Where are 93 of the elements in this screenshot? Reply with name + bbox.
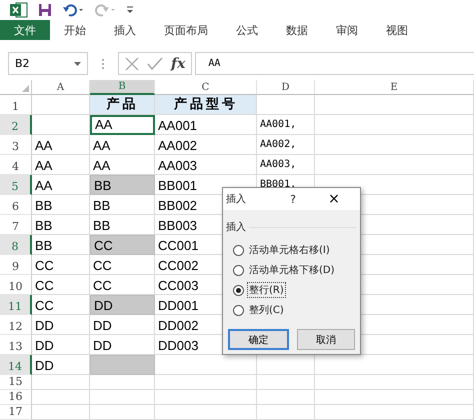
- insert-function-button[interactable]: fx: [171, 56, 186, 72]
- table-cell[interactable]: CC: [32, 255, 90, 275]
- help-button[interactable]: ?: [278, 192, 308, 206]
- ribbon-tab[interactable]: 公式: [222, 20, 272, 40]
- ribbon-tab[interactable]: 插入: [100, 20, 150, 40]
- table-cell[interactable]: [257, 95, 315, 115]
- table-cell[interactable]: [257, 390, 315, 405]
- radio-button[interactable]: [233, 264, 244, 276]
- dropdown-icon[interactable]: [74, 62, 81, 66]
- row-header[interactable]: 14: [0, 355, 32, 375]
- table-cell[interactable]: [257, 405, 315, 420]
- radio-button[interactable]: [233, 284, 244, 296]
- table-cell[interactable]: AA: [90, 115, 155, 135]
- file-tab[interactable]: 文件: [0, 20, 50, 40]
- table-cell[interactable]: [315, 405, 474, 420]
- table-cell[interactable]: AA002: [155, 135, 257, 155]
- row-header[interactable]: 8: [0, 235, 32, 255]
- column-header[interactable]: B: [90, 80, 155, 95]
- table-cell[interactable]: [315, 135, 474, 155]
- row-header[interactable]: 6: [0, 195, 32, 215]
- table-cell[interactable]: [155, 405, 257, 420]
- table-cell[interactable]: [90, 390, 155, 405]
- row-header[interactable]: 9: [0, 255, 32, 275]
- table-cell[interactable]: [257, 375, 315, 390]
- column-header[interactable]: D: [257, 80, 315, 95]
- table-cell[interactable]: [32, 115, 90, 135]
- radio-button[interactable]: [233, 304, 244, 316]
- row-header[interactable]: 3: [0, 135, 32, 155]
- customize-toolbar-icon[interactable]: [126, 5, 134, 15]
- table-cell[interactable]: AA002,: [257, 135, 315, 155]
- table-cell[interactable]: 产品: [90, 95, 155, 115]
- redo-icon[interactable]: [94, 3, 116, 17]
- table-cell[interactable]: [155, 375, 257, 390]
- ribbon-tab[interactable]: 审阅: [322, 20, 372, 40]
- radio-label[interactable]: 整行(R): [247, 282, 286, 298]
- table-cell[interactable]: [315, 95, 474, 115]
- group-label: 插入: [226, 220, 246, 234]
- ok-button[interactable]: 确定: [228, 329, 288, 350]
- ribbon-tab[interactable]: 开始: [50, 20, 100, 40]
- table-cell[interactable]: [315, 375, 474, 390]
- table-cell[interactable]: AA: [32, 135, 90, 155]
- table-cell[interactable]: [32, 375, 90, 390]
- enter-icon[interactable]: [147, 57, 163, 70]
- table-cell[interactable]: BB: [90, 175, 155, 195]
- table-cell[interactable]: [90, 405, 155, 420]
- table-cell[interactable]: 产品型号: [155, 95, 257, 115]
- ribbon-tab[interactable]: 视图: [372, 20, 422, 40]
- row-header[interactable]: 5: [0, 175, 32, 195]
- column-header[interactable]: C: [155, 80, 257, 95]
- table-cell[interactable]: [155, 390, 257, 405]
- table-cell[interactable]: BB: [32, 195, 90, 215]
- row-header[interactable]: 12: [0, 315, 32, 335]
- row-header[interactable]: 15: [0, 375, 32, 390]
- spreadsheet-app-icon[interactable]: [10, 2, 28, 18]
- table-cell[interactable]: [32, 390, 90, 405]
- table-cell[interactable]: [90, 355, 155, 375]
- select-all-icon[interactable]: [22, 85, 29, 92]
- row-header[interactable]: 16: [0, 390, 32, 405]
- table-cell[interactable]: [90, 375, 155, 390]
- table-cell[interactable]: AA001,: [257, 115, 315, 135]
- table-cell[interactable]: CC: [32, 275, 90, 295]
- table-cell[interactable]: [315, 155, 474, 175]
- table-cell[interactable]: AA001: [155, 115, 257, 135]
- undo-icon[interactable]: [62, 3, 84, 17]
- radio-button[interactable]: [233, 244, 244, 256]
- table-cell[interactable]: DD: [90, 295, 155, 315]
- ribbon-tab[interactable]: 页面布局: [150, 20, 222, 40]
- row-header[interactable]: 2: [0, 115, 32, 135]
- table-cell[interactable]: BB: [32, 215, 90, 235]
- table-cell[interactable]: DD: [32, 315, 90, 335]
- formula-field[interactable]: AA: [195, 52, 474, 75]
- save-icon[interactable]: [38, 3, 52, 17]
- table-cell[interactable]: DD: [32, 335, 90, 355]
- table-cell[interactable]: AA: [32, 155, 90, 175]
- name-box[interactable]: B2: [8, 52, 88, 75]
- table-cell[interactable]: [32, 405, 90, 420]
- cancel-button[interactable]: 取消: [296, 329, 355, 350]
- ribbon-tab[interactable]: 数据: [272, 20, 322, 40]
- table-cell[interactable]: CC: [90, 255, 155, 275]
- table-cell[interactable]: DD: [90, 315, 155, 335]
- table-cell[interactable]: AA003: [155, 155, 257, 175]
- column-header[interactable]: E: [315, 80, 474, 95]
- column-header[interactable]: A: [32, 80, 90, 95]
- cancel-icon[interactable]: [125, 56, 139, 70]
- table-cell[interactable]: [315, 390, 474, 405]
- dialog-title: 插入: [226, 192, 247, 206]
- table-cell[interactable]: CC: [90, 235, 155, 255]
- table-cell[interactable]: AA003,: [257, 155, 315, 175]
- row-header[interactable]: 17: [0, 405, 32, 420]
- row-header[interactable]: 11: [0, 295, 32, 315]
- table-cell[interactable]: BB: [90, 195, 155, 215]
- table-cell[interactable]: [315, 115, 474, 135]
- table-cell[interactable]: AA: [90, 135, 155, 155]
